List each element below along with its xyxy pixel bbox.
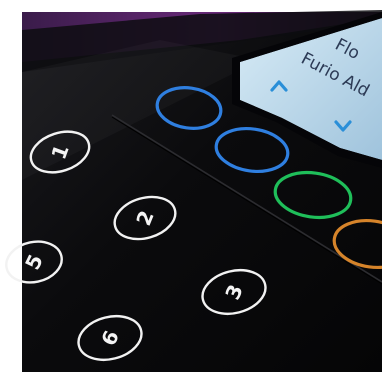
- device-photo: Flo Furio Ald 12356: [0, 0, 382, 383]
- photo-stage: Flo Furio Ald 12356: [0, 0, 382, 383]
